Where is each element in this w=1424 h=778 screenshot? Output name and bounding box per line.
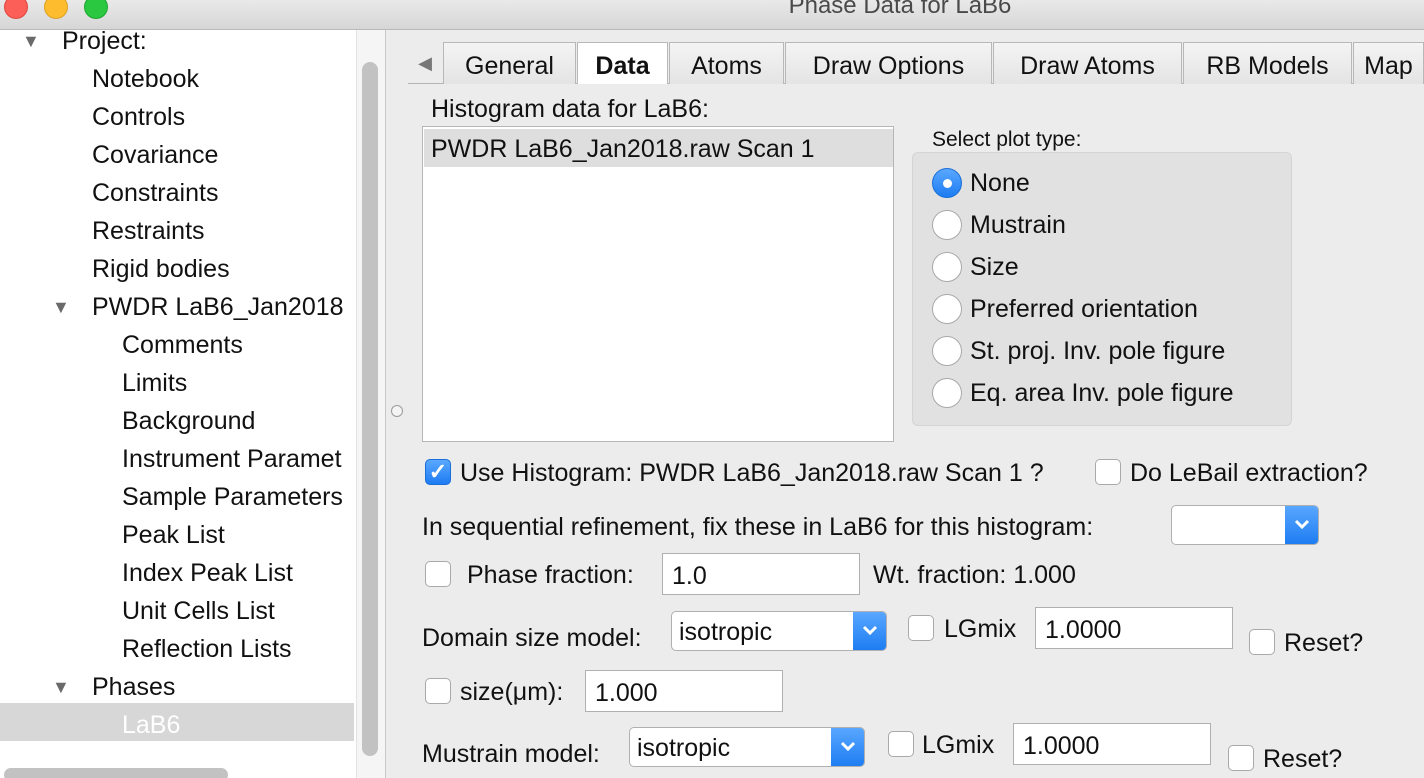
plot-type-radio[interactable]	[932, 294, 962, 324]
size-input[interactable]: 1.000	[585, 670, 783, 712]
plot-type-radio[interactable]	[932, 378, 962, 408]
wt-fraction-text: Wt. fraction: 1.000	[873, 561, 1076, 589]
plot-type-option-label: None	[970, 169, 1030, 197]
window-title: Phase Data for LaB6	[788, 0, 1012, 19]
mustrain-lgmix-label: LGmix	[922, 731, 995, 759]
tree-scrollbar-thumb[interactable]	[362, 62, 378, 756]
chevron-down-icon[interactable]	[853, 612, 886, 650]
tree-item[interactable]: Background	[122, 402, 255, 440]
tree-item[interactable]: Peak List	[122, 516, 225, 554]
lebail-label: Do LeBail extraction?	[1130, 459, 1368, 487]
tab-atoms[interactable]: Atoms	[669, 42, 784, 84]
mustrain-model-value: isotropic	[637, 734, 731, 762]
phase-fraction-checkbox[interactable]	[425, 561, 451, 587]
tree-item[interactable]: LaB6	[122, 706, 180, 744]
tree-item[interactable]: Restraints	[92, 212, 205, 250]
tree-expand-toggle-icon[interactable]: ▼	[52, 668, 70, 706]
plot-type-radio[interactable]	[932, 252, 962, 282]
tree-item[interactable]: Phases	[92, 668, 175, 706]
phase-fraction-input[interactable]: 1.0	[662, 553, 860, 595]
splitter-handle[interactable]	[391, 405, 403, 417]
tree-item[interactable]: Constraints	[92, 174, 218, 212]
tree-item[interactable]: Instrument Paramet	[122, 440, 342, 478]
mustrain-reset-checkbox[interactable]	[1228, 745, 1254, 771]
chevron-down-icon[interactable]	[831, 728, 864, 766]
tree-item[interactable]: Index Peak List	[122, 554, 293, 592]
panel-splitter[interactable]	[386, 30, 408, 778]
tab-data[interactable]: Data	[577, 42, 668, 85]
plot-type-radio[interactable]	[932, 168, 962, 198]
histogram-data-header: Histogram data for LaB6:	[431, 95, 709, 123]
tree-item[interactable]: Rigid bodies	[92, 250, 230, 288]
project-tree: ▼ Project: Notebook Controls Covariance Const…	[0, 30, 386, 778]
tab-draw-options[interactable]: Draw Options	[785, 42, 992, 84]
phase-fraction-label: Phase fraction:	[467, 561, 634, 589]
domain-reset-checkbox[interactable]	[1249, 629, 1275, 655]
use-histogram-label: Use Histogram: PWDR LaB6_Jan2018.raw Sca…	[460, 459, 1044, 487]
mustrain-lgmix-input[interactable]: 1.0000	[1013, 723, 1211, 765]
tree-item[interactable]: Sample Parameters	[122, 478, 343, 516]
mustrain-model-select[interactable]: isotropic	[629, 727, 865, 767]
chevron-down-icon[interactable]	[1285, 506, 1318, 544]
histogram-listbox[interactable]: PWDR LaB6_Jan2018.raw Scan 1	[422, 126, 894, 442]
domain-lgmix-checkbox[interactable]	[908, 615, 934, 641]
tree-item[interactable]: Reflection Lists	[122, 630, 292, 668]
lebail-checkbox[interactable]	[1095, 459, 1121, 485]
plot-type-option-label: Eq. area Inv. pole figure	[970, 379, 1234, 407]
plot-type-radio[interactable]	[932, 336, 962, 366]
tree-horizontal-scrollbar-thumb[interactable]	[4, 768, 228, 778]
tree-item[interactable]: Limits	[122, 364, 187, 402]
domain-lgmix-label: LGmix	[944, 615, 1017, 643]
tree-expand-toggle-icon[interactable]: ▼	[52, 288, 70, 326]
mustrain-model-label: Mustrain model:	[422, 740, 600, 768]
tree-item[interactable]: Notebook	[92, 60, 199, 98]
sequential-fix-label: In sequential refinement, fix these in L…	[422, 513, 1094, 541]
tree-item[interactable]: PWDR LaB6_Jan2018	[92, 288, 344, 326]
tree-item[interactable]: Project:	[62, 30, 147, 60]
tree-item[interactable]: Unit Cells List	[122, 592, 275, 630]
domain-reset-label: Reset?	[1284, 629, 1364, 657]
plot-type-option-label: Size	[970, 253, 1019, 281]
tab-rb-models[interactable]: RB Models	[1183, 42, 1352, 84]
mustrain-reset-label: Reset?	[1263, 745, 1343, 773]
domain-size-model-label: Domain size model:	[422, 624, 642, 652]
tab-draw-atoms[interactable]: Draw Atoms	[993, 42, 1182, 84]
window-titlebar: Phase Data for LaB6	[0, 0, 1424, 30]
domain-lgmix-input[interactable]: 1.0000	[1035, 607, 1233, 649]
tree-expand-toggle-icon[interactable]: ▼	[22, 30, 40, 60]
domain-size-model-value: isotropic	[679, 618, 773, 646]
tab-map[interactable]: Map	[1353, 42, 1424, 84]
sequential-fix-select[interactable]	[1171, 505, 1319, 545]
tree-item[interactable]: Controls	[92, 98, 185, 136]
plot-type-radio[interactable]	[932, 210, 962, 240]
size-checkbox[interactable]	[425, 678, 451, 704]
plot-type-option-label: Preferred orientation	[970, 295, 1198, 323]
use-histogram-checkbox[interactable]: ✓	[425, 459, 451, 485]
mustrain-lgmix-checkbox[interactable]	[888, 731, 914, 757]
domain-size-model-select[interactable]: isotropic	[671, 611, 887, 651]
tab-general[interactable]: General	[443, 42, 576, 84]
tree-item[interactable]: Covariance	[92, 136, 218, 174]
size-label: size(μm):	[460, 678, 564, 706]
plot-type-option-label: St. proj. Inv. pole figure	[970, 337, 1226, 365]
histogram-list-item[interactable]: PWDR LaB6_Jan2018.raw Scan 1	[424, 129, 893, 167]
plot-type-option-label: Mustrain	[970, 211, 1066, 239]
tab-scroll-left-icon[interactable]: ◀	[410, 42, 440, 84]
tree-item[interactable]: Comments	[122, 326, 243, 364]
